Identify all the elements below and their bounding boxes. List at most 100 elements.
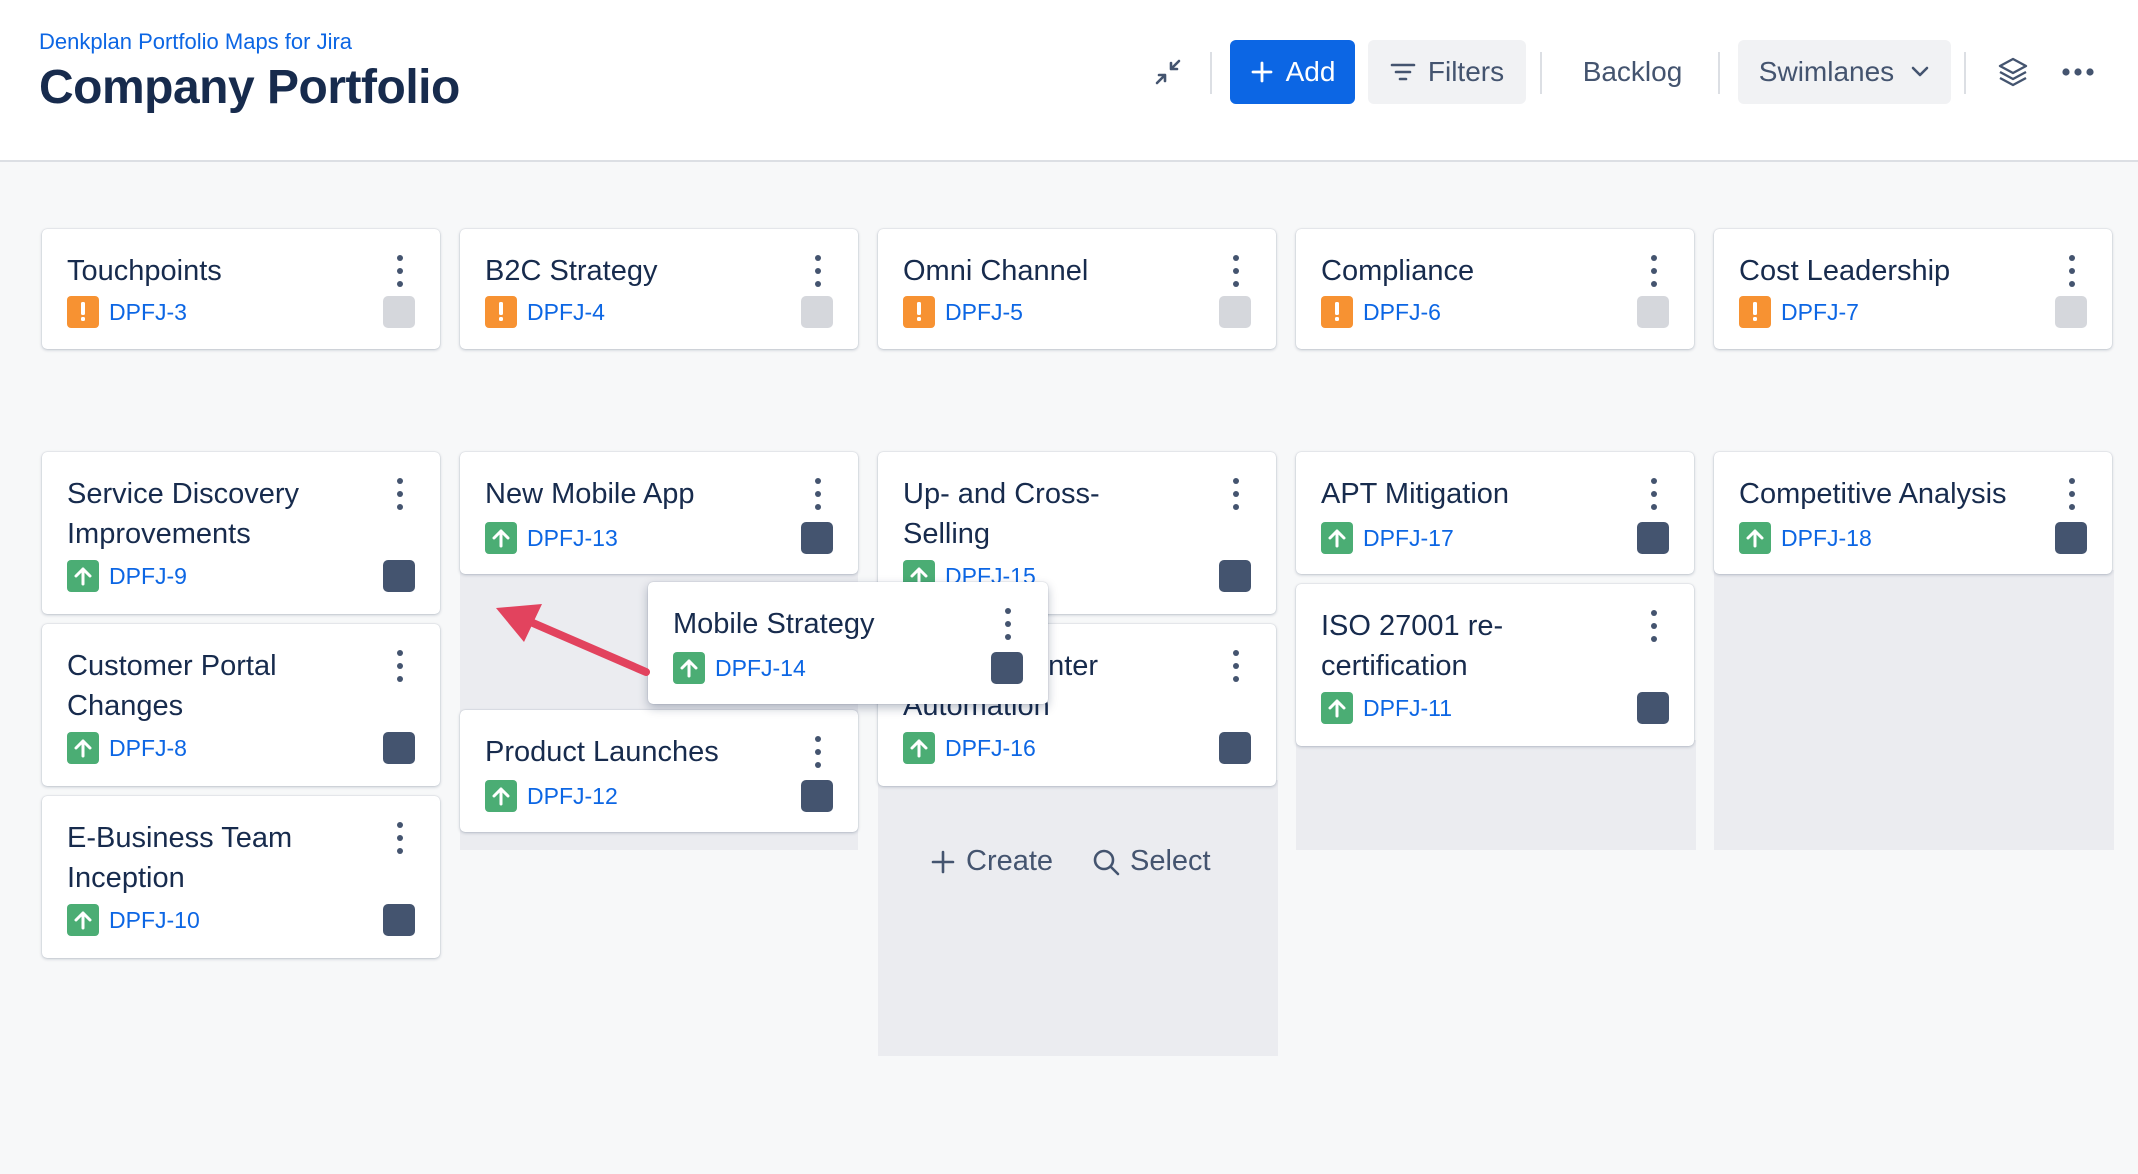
dragged-card-initiative[interactable]: Mobile Strategy DPFJ-14: [648, 582, 1048, 704]
card-title: Cost Leadership: [1739, 255, 1951, 287]
card-epic[interactable]: Touchpoints DPFJ-3: [42, 229, 440, 349]
more-options-button[interactable]: [2050, 40, 2106, 104]
card-initiative[interactable]: Competitive Analysis DPFJ-18: [1714, 452, 2112, 574]
card-menu-button[interactable]: [808, 736, 828, 768]
card-menu-button[interactable]: [808, 255, 828, 287]
issue-key-link[interactable]: DPFJ-8: [109, 735, 187, 762]
card-key-row: DPFJ-11: [1321, 692, 1452, 724]
card-menu-button[interactable]: [390, 822, 410, 854]
issue-key-link[interactable]: DPFJ-18: [1781, 525, 1872, 552]
card-epic[interactable]: Compliance DPFJ-6: [1296, 229, 1694, 349]
card-key-row: DPFJ-4: [485, 296, 605, 328]
card-title: Compliance: [1321, 255, 1475, 287]
backlog-button[interactable]: Backlog: [1560, 40, 1705, 104]
card-menu-button[interactable]: [390, 255, 410, 287]
card-menu-button[interactable]: [390, 650, 410, 682]
drag-direction-arrow-icon: [496, 604, 650, 676]
card-epic[interactable]: Omni Channel DPFJ-5: [878, 229, 1276, 349]
issue-key-link[interactable]: DPFJ-3: [109, 299, 187, 326]
issue-key-link[interactable]: DPFJ-14: [715, 655, 806, 682]
card-initiative[interactable]: ISO 27001 re-certification DPFJ-11: [1296, 584, 1694, 746]
card-initiative[interactable]: Product Launches DPFJ-12: [460, 710, 858, 832]
create-button[interactable]: Create: [930, 845, 1053, 878]
card-title: Product Launches: [485, 736, 719, 768]
card-key-row: DPFJ-9: [67, 560, 187, 592]
card-key-row: DPFJ-14: [673, 652, 806, 684]
card-epic[interactable]: Cost Leadership DPFJ-7: [1714, 229, 2112, 349]
card-key-row: DPFJ-5: [903, 296, 1023, 328]
card-menu-button[interactable]: [1644, 478, 1664, 510]
toolbar-divider: [1964, 52, 1966, 94]
column-dropzone[interactable]: [1296, 740, 1696, 850]
card-key-row: DPFJ-16: [903, 732, 1036, 764]
status-icon: [1219, 732, 1251, 764]
status-icon: [801, 296, 833, 328]
card-title: APT Mitigation: [1321, 478, 1510, 510]
risk-icon: [485, 296, 517, 328]
arrow-up-icon: [903, 732, 935, 764]
card-key-row: DPFJ-3: [67, 296, 187, 328]
card-menu-button[interactable]: [1226, 255, 1246, 287]
plus-icon: [1251, 61, 1272, 83]
card-key-row: DPFJ-13: [485, 522, 618, 554]
arrow-up-icon: [67, 560, 99, 592]
filters-button[interactable]: Filters: [1368, 40, 1526, 104]
issue-key-link[interactable]: DPFJ-10: [109, 907, 200, 934]
status-icon: [1637, 692, 1669, 724]
collapse-button[interactable]: [1140, 40, 1196, 104]
card-title: Mobile Strategy: [673, 608, 875, 640]
card-menu-button[interactable]: [390, 478, 410, 510]
card-key-row: DPFJ-17: [1321, 522, 1454, 554]
status-icon: [2055, 296, 2087, 328]
filter-icon: [1390, 63, 1416, 81]
card-initiative[interactable]: E-Business Team Inception DPFJ-10: [42, 796, 440, 958]
issue-key-link[interactable]: DPFJ-11: [1363, 695, 1452, 722]
card-title: B2C Strategy: [485, 255, 658, 287]
layers-button[interactable]: [1985, 40, 2041, 104]
add-button[interactable]: Add: [1230, 40, 1355, 104]
card-initiative[interactable]: APT Mitigation DPFJ-17: [1296, 452, 1694, 574]
arrow-up-icon: [1739, 522, 1771, 554]
issue-key-link[interactable]: DPFJ-4: [527, 299, 605, 326]
card-key-row: DPFJ-7: [1739, 296, 1859, 328]
card-menu-button[interactable]: [1644, 610, 1664, 642]
search-icon: [1093, 849, 1120, 875]
card-title: New Mobile App: [485, 478, 695, 510]
app-name-link[interactable]: Denkplan Portfolio Maps for Jira: [39, 29, 352, 55]
card-menu-button[interactable]: [2062, 478, 2082, 510]
arrow-up-icon: [67, 904, 99, 936]
select-button[interactable]: Select: [1092, 845, 1211, 878]
status-icon: [383, 732, 415, 764]
issue-key-link[interactable]: DPFJ-16: [945, 735, 1036, 762]
issue-key-link[interactable]: DPFJ-6: [1363, 299, 1441, 326]
card-menu-button[interactable]: [998, 608, 1018, 640]
issue-key-link[interactable]: DPFJ-17: [1363, 525, 1454, 552]
card-initiative[interactable]: Service Discovery Improvements DPFJ-9: [42, 452, 440, 614]
issue-key-link[interactable]: DPFJ-5: [945, 299, 1023, 326]
column-dropzone[interactable]: [1714, 570, 2114, 850]
card-initiative[interactable]: Customer Portal Changes DPFJ-8: [42, 624, 440, 786]
card-menu-button[interactable]: [1644, 255, 1664, 287]
risk-icon: [1321, 296, 1353, 328]
card-menu-button[interactable]: [2062, 255, 2082, 287]
column-dropzone[interactable]: [878, 780, 1278, 1056]
card-initiative[interactable]: New Mobile App DPFJ-13: [460, 452, 858, 574]
card-menu-button[interactable]: [1226, 650, 1246, 682]
issue-key-link[interactable]: DPFJ-12: [527, 783, 618, 810]
status-icon: [1637, 296, 1669, 328]
issue-key-link[interactable]: DPFJ-9: [109, 563, 187, 590]
card-key-row: DPFJ-10: [67, 904, 200, 936]
card-menu-button[interactable]: [808, 478, 828, 510]
risk-icon: [1739, 296, 1771, 328]
card-menu-button[interactable]: [1226, 478, 1246, 510]
issue-key-link[interactable]: DPFJ-7: [1781, 299, 1859, 326]
add-button-label: Add: [1285, 56, 1336, 87]
status-icon: [383, 296, 415, 328]
card-title: Touchpoints: [67, 255, 222, 287]
more-horizontal-icon: [2062, 68, 2094, 76]
card-key-row: DPFJ-6: [1321, 296, 1441, 328]
swimlanes-dropdown[interactable]: Swimlanes: [1738, 40, 1951, 104]
issue-key-link[interactable]: DPFJ-13: [527, 525, 618, 552]
card-title: Competitive Analysis: [1739, 478, 2007, 510]
card-epic[interactable]: B2C Strategy DPFJ-4: [460, 229, 858, 349]
